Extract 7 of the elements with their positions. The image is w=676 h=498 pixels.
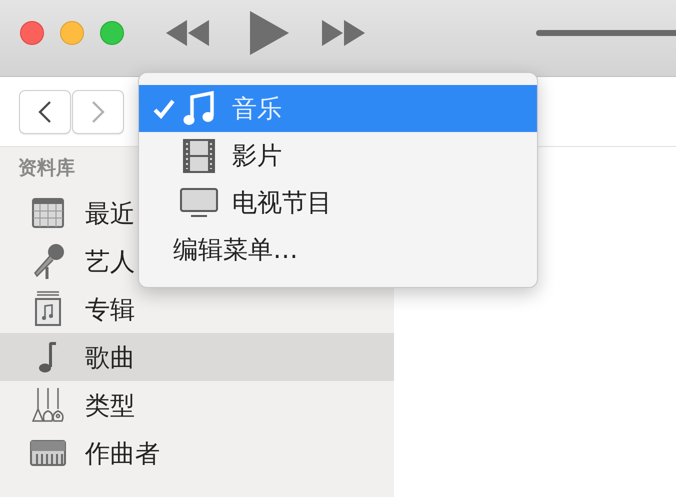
sidebar-item-label: 作曲者 [85,438,160,470]
sidebar-item-label: 专辑 [85,294,135,326]
section-heading: 资料库 [18,157,75,179]
sidebar-item-label: 类型 [85,390,135,422]
sidebar-item-label: 艺人 [85,246,135,278]
sidebar-item-label: 最近 [85,198,135,230]
sidebar-item-label: 歌曲 [85,342,135,374]
